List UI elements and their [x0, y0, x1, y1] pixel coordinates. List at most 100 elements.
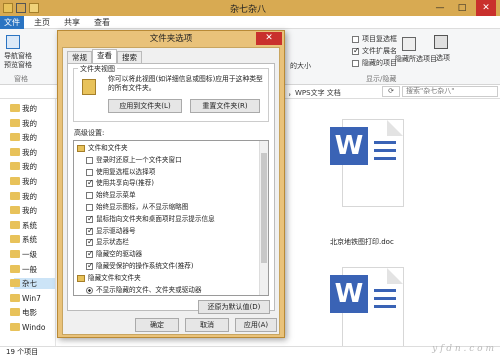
file-item[interactable]: W	[330, 267, 404, 355]
setting-checkbox[interactable]	[86, 178, 94, 188]
folder-view-group: 文件夹视图 你可以将此视图(如详细信息或图标)应用于这种类型的所有文件夹。 应用…	[73, 64, 269, 122]
advanced-setting-item[interactable]: 显示状态栏	[86, 237, 129, 247]
pane-group-label: 窗格	[14, 75, 28, 83]
tab-search[interactable]: 搜索	[117, 51, 142, 63]
preview-pane-button[interactable]: 预览窗格	[4, 60, 32, 70]
item-checkboxes-checkbox[interactable]	[352, 36, 359, 43]
sidebar-item[interactable]: 我的	[10, 103, 37, 114]
setting-checkbox[interactable]	[86, 192, 93, 200]
new-folder-icon[interactable]	[29, 3, 39, 13]
folder-icon	[10, 104, 20, 112]
advanced-setting-item[interactable]: 隐藏空的驱动器	[86, 249, 143, 259]
sidebar-item-label: 一级	[22, 250, 37, 259]
sidebar-item-label: Win7	[22, 293, 41, 303]
folder-icon	[3, 3, 13, 13]
icon-line	[374, 149, 396, 152]
tab-general[interactable]: 常规	[67, 51, 92, 63]
sidebar-item[interactable]: 一般	[10, 264, 37, 275]
cancel-button[interactable]: 取消	[185, 318, 229, 332]
list-scrollbar[interactable]	[259, 141, 268, 295]
advanced-setting-item[interactable]: 使用复选框以选择项	[86, 168, 155, 177]
sidebar-item[interactable]: 我的	[10, 132, 37, 143]
tab-home[interactable]: 主页	[34, 16, 50, 29]
setting-checkbox[interactable]	[86, 204, 93, 211]
folder-icon	[10, 177, 20, 185]
advanced-setting-item[interactable]: 使用共享向导(推荐)	[86, 178, 154, 188]
setting-checkbox[interactable]	[86, 214, 94, 223]
icon-line	[374, 141, 396, 144]
setting-checkbox[interactable]	[86, 226, 94, 235]
setting-checkbox[interactable]	[86, 168, 93, 176]
restore-defaults-button[interactable]: 还原为默认值(D)	[198, 300, 270, 314]
setting-label: 使用共享向导(推荐)	[96, 179, 154, 188]
hide-selected-icon	[402, 37, 416, 51]
properties-icon[interactable]	[16, 3, 26, 13]
file-item[interactable]: W	[330, 119, 404, 207]
file-content-area: W 北京地铁图打印.doc W	[280, 99, 500, 355]
apply-to-folders-button[interactable]: 应用到文件夹(L)	[108, 99, 182, 113]
sidebar-item[interactable]: 杂七	[10, 278, 55, 290]
sidebar-item-label: 我的	[22, 104, 37, 113]
folder-icon	[10, 162, 20, 171]
advanced-setting-item[interactable]: 隐藏受保护的操作系统文件(推荐)	[86, 261, 193, 271]
sidebar-item[interactable]: 系统	[10, 220, 37, 231]
nav-pane-icon	[6, 35, 20, 49]
sidebar-item[interactable]: 我的	[10, 191, 37, 202]
search-input[interactable]: 搜索"杂七杂八"	[402, 86, 498, 97]
advanced-setting-item[interactable]: 始终显示图标，从不显示缩略图	[86, 203, 189, 212]
reset-folders-button[interactable]: 重置文件夹(R)	[190, 99, 260, 113]
sidebar-item[interactable]: 我的	[10, 118, 37, 129]
advanced-setting-item[interactable]: 鼠标指向文件夹和桌面项时显示提示信息	[86, 214, 215, 224]
hide-selected-button[interactable]: 隐藏所选项目	[395, 54, 437, 64]
maximize-button[interactable]: □	[452, 0, 472, 16]
setting-label: 始终显示图标，从不显示缩略图	[96, 203, 189, 211]
advanced-setting-item[interactable]: 不显示隐藏的文件、文件夹或驱动器	[86, 286, 202, 295]
setting-checkbox[interactable]	[86, 156, 93, 164]
sidebar-item[interactable]: Win7	[10, 293, 41, 304]
setting-label: 显示驱动器号	[96, 226, 136, 235]
setting-label: 文件和文件夹	[88, 144, 128, 152]
tab-view[interactable]: 查看	[94, 16, 110, 29]
advanced-setting-item[interactable]: 登录时还原上一个文件夹窗口	[86, 156, 182, 165]
sidebar-item[interactable]: 我的	[10, 205, 37, 216]
scrollbar-thumb[interactable]	[261, 153, 267, 263]
setting-checkbox[interactable]	[86, 261, 94, 270]
setting-checkbox[interactable]	[86, 249, 94, 259]
setting-label: 隐藏空的驱动器	[96, 250, 143, 259]
options-button[interactable]: 选项	[436, 53, 450, 63]
folder-icon	[10, 191, 20, 200]
sidebar-item[interactable]: 我的	[10, 147, 37, 158]
folder-icon	[10, 279, 20, 288]
advanced-settings-list[interactable]: 文件和文件夹登录时还原上一个文件夹窗口使用复选框以选择项使用共享向导(推荐) 始终…	[73, 140, 269, 296]
tab-file[interactable]: 文件	[0, 16, 24, 29]
ok-button[interactable]: 确定	[135, 318, 179, 332]
close-button[interactable]: ✕	[476, 0, 496, 16]
apply-button[interactable]: 应用(A)	[235, 318, 277, 332]
sidebar-item[interactable]: 我的	[10, 161, 37, 172]
sidebar-item[interactable]: Windo	[10, 322, 46, 333]
sidebar-item[interactable]: 我的	[10, 176, 37, 187]
sidebar-item[interactable]: 系统	[10, 234, 37, 245]
sidebar-item[interactable]: 一级	[10, 249, 37, 260]
icon-line	[374, 305, 396, 308]
file-extensions-checkbox[interactable]	[352, 46, 360, 55]
advanced-setting-item[interactable]: 显示驱动器号	[86, 226, 136, 236]
dialog-close-button[interactable]: ✕	[256, 32, 282, 45]
explorer-title-bar: 杂七杂八 — □ ✕	[0, 0, 500, 16]
folder-icon	[10, 220, 20, 229]
minimize-button[interactable]: —	[430, 0, 450, 16]
radio-button[interactable]	[86, 286, 93, 294]
advanced-setting-item: 隐藏文件和文件夹	[77, 274, 141, 283]
refresh-icon[interactable]: ⟳	[382, 86, 400, 97]
sidebar-item[interactable]: 电影	[10, 307, 37, 318]
sidebar-item-label: 系统	[22, 220, 37, 230]
folder-icon	[10, 133, 20, 142]
setting-label: 显示状态栏	[96, 238, 129, 247]
hidden-items-checkbox[interactable]	[352, 60, 359, 67]
tab-share[interactable]: 共享	[64, 16, 80, 29]
tab-view[interactable]: 查看	[92, 49, 117, 63]
setting-checkbox[interactable]	[86, 237, 94, 247]
sidebar-item-label: Windo	[22, 323, 46, 332]
advanced-setting-item[interactable]: 始终显示菜单	[86, 191, 136, 200]
setting-label: 始终显示菜单	[96, 191, 136, 200]
